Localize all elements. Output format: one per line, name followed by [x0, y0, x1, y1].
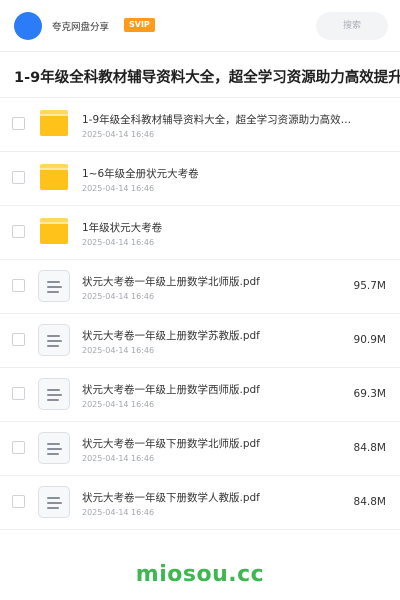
file-name: 1-9年级全科教材辅导资料大全，超全学习资源助力高效提升	[82, 114, 354, 126]
file-name: 状元大考卷一年级下册数学北师版.pdf	[82, 438, 260, 450]
file-size: 84.8M	[353, 442, 386, 454]
file-date: 2025-04-14 16:46	[82, 184, 155, 193]
file-name: 状元大考卷一年级下册数学人教版.pdf	[82, 492, 260, 504]
file-name: 1年级状元大考卷	[82, 222, 163, 234]
file-size: 90.9M	[353, 334, 386, 346]
file-name: 1~6年级全册状元大考卷	[82, 168, 199, 180]
file-list: 1-9年级全科教材辅导资料大全，超全学习资源助力高效提升 2025-04-14 1…	[0, 98, 400, 530]
row-checkbox[interactable]	[12, 171, 25, 184]
row-checkbox[interactable]	[12, 495, 25, 508]
file-row[interactable]: 状元大考卷一年级下册数学北师版.pdf 2025-04-14 16:46 84.8M	[0, 422, 400, 476]
folder-icon	[38, 108, 70, 140]
file-name: 状元大考卷一年级上册数学北师版.pdf	[82, 276, 260, 288]
file-date: 2025-04-14 16:46	[82, 130, 155, 139]
file-date: 2025-04-14 16:46	[82, 508, 155, 517]
row-checkbox[interactable]	[12, 333, 25, 346]
file-date: 2025-04-14 16:46	[82, 346, 155, 355]
folder-icon	[38, 216, 70, 248]
file-date: 2025-04-14 16:46	[82, 238, 155, 247]
document-icon	[38, 270, 70, 302]
file-row[interactable]: 1-9年级全科教材辅导资料大全，超全学习资源助力高效提升 2025-04-14 1…	[0, 98, 400, 152]
file-date: 2025-04-14 16:46	[82, 454, 155, 463]
row-checkbox[interactable]	[12, 279, 25, 292]
file-row[interactable]: 状元大考卷一年级上册数学北师版.pdf 2025-04-14 16:46 95.7M	[0, 260, 400, 314]
file-size: 84.8M	[353, 496, 386, 508]
document-icon	[38, 324, 70, 356]
header: 夸克网盘分享 SVIP 搜索	[0, 0, 400, 52]
title-bar: 1-9年级全科教材辅导资料大全，超全学习资源助力高效提升	[0, 52, 400, 98]
row-checkbox[interactable]	[12, 225, 25, 238]
file-size: 69.3M	[353, 388, 386, 400]
watermark: miosou.cc	[135, 562, 265, 587]
file-name: 状元大考卷一年级上册数学西师版.pdf	[82, 384, 260, 396]
document-icon	[38, 486, 70, 518]
file-row[interactable]: 1年级状元大考卷 2025-04-14 16:46	[0, 206, 400, 260]
file-date: 2025-04-14 16:46	[82, 400, 155, 409]
folder-icon	[38, 162, 70, 194]
row-checkbox[interactable]	[12, 117, 25, 130]
file-row[interactable]: 状元大考卷一年级上册数学西师版.pdf 2025-04-14 16:46 69.3M	[0, 368, 400, 422]
file-name: 状元大考卷一年级上册数学苏教版.pdf	[82, 330, 260, 342]
share-page: 夸克网盘分享 SVIP 搜索 1-9年级全科教材辅导资料大全，超全学习资源助力高…	[0, 0, 400, 600]
file-row[interactable]: 1~6年级全册状元大考卷 2025-04-14 16:46	[0, 152, 400, 206]
file-row[interactable]: 状元大考卷一年级上册数学苏教版.pdf 2025-04-14 16:46 90.9M	[0, 314, 400, 368]
document-icon	[38, 432, 70, 464]
file-row[interactable]: 状元大考卷一年级下册数学人教版.pdf 2025-04-14 16:46 84.8M	[0, 476, 400, 530]
row-checkbox[interactable]	[12, 387, 25, 400]
row-checkbox[interactable]	[12, 441, 25, 454]
search-input[interactable]: 搜索	[316, 12, 388, 40]
avatar[interactable]	[14, 12, 42, 40]
document-icon	[38, 378, 70, 410]
file-size: 95.7M	[353, 280, 386, 292]
file-date: 2025-04-14 16:46	[82, 292, 155, 301]
page-title: 1-9年级全科教材辅导资料大全，超全学习资源助力高效提升	[14, 70, 400, 86]
brand-name: 夸克网盘分享	[52, 22, 110, 33]
svip-badge: SVIP	[124, 18, 155, 32]
